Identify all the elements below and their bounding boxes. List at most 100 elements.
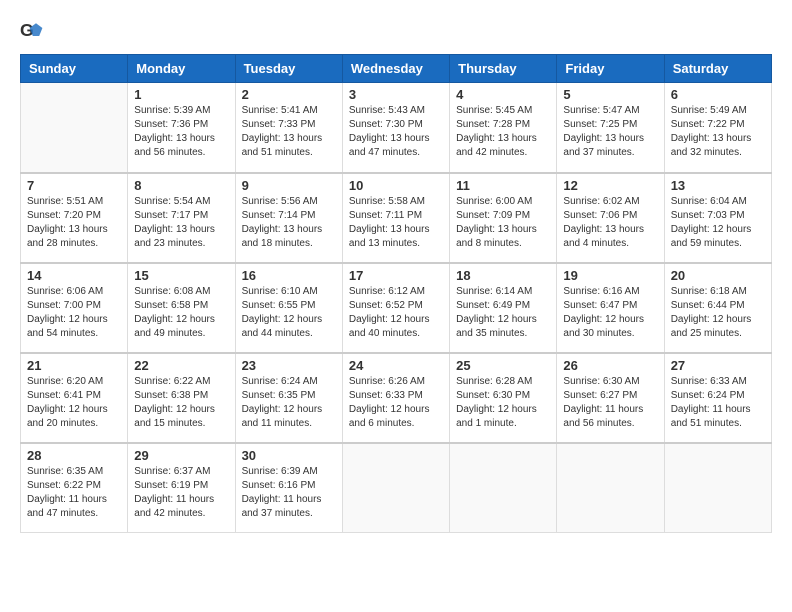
day-number: 24	[349, 358, 443, 373]
day-of-week-header: Tuesday	[235, 55, 342, 83]
day-of-week-header: Monday	[128, 55, 235, 83]
calendar-cell: 14 Sunrise: 6:06 AM Sunset: 7:00 PM Dayli…	[21, 263, 128, 353]
calendar-cell: 28 Sunrise: 6:35 AM Sunset: 6:22 PM Dayli…	[21, 443, 128, 533]
day-number: 12	[563, 178, 657, 193]
day-number: 27	[671, 358, 765, 373]
calendar-cell: 9 Sunrise: 5:56 AM Sunset: 7:14 PM Daylig…	[235, 173, 342, 263]
calendar-cell: 25Sunrise: 6:28 AM Sunset: 6:30 PM Dayli…	[450, 353, 557, 443]
day-number: 23	[242, 358, 336, 373]
calendar-week-row: 28 Sunrise: 6:35 AM Sunset: 6:22 PM Dayli…	[21, 443, 772, 533]
calendar-cell: 3Sunrise: 5:43 AM Sunset: 7:30 PM Daylig…	[342, 83, 449, 173]
calendar-cell: 19Sunrise: 6:16 AM Sunset: 6:47 PM Dayli…	[557, 263, 664, 353]
day-number: 17	[349, 268, 443, 283]
day-of-week-header: Friday	[557, 55, 664, 83]
calendar-week-row: 14 Sunrise: 6:06 AM Sunset: 7:00 PM Dayli…	[21, 263, 772, 353]
day-number: 8	[134, 178, 228, 193]
day-of-week-header: Wednesday	[342, 55, 449, 83]
day-number: 28	[27, 448, 121, 463]
day-info: Sunrise: 5:45 AM Sunset: 7:28 PM Dayligh…	[456, 104, 550, 160]
calendar-cell: 11 Sunrise: 6:00 AM Sunset: 7:09 PM Dayli…	[450, 173, 557, 263]
calendar-week-row: 21 Sunrise: 6:20 AM Sunset: 6:41 PM Dayli…	[21, 353, 772, 443]
calendar-cell: 23 Sunrise: 6:24 AM Sunset: 6:35 PM Dayli…	[235, 353, 342, 443]
calendar-cell: 18 Sunrise: 6:14 AM Sunset: 6:49 PM Dayli…	[450, 263, 557, 353]
calendar-cell: 6Sunrise: 5:49 AM Sunset: 7:22 PM Daylig…	[664, 83, 771, 173]
day-info: Sunrise: 5:41 AM Sunset: 7:33 PM Dayligh…	[242, 104, 336, 160]
day-number: 5	[563, 87, 657, 102]
day-number: 18	[456, 268, 550, 283]
calendar-week-row: 1Sunrise: 5:39 AM Sunset: 7:36 PM Daylig…	[21, 83, 772, 173]
day-info: Sunrise: 6:00 AM Sunset: 7:09 PM Dayligh…	[456, 195, 550, 251]
day-info: Sunrise: 5:47 AM Sunset: 7:25 PM Dayligh…	[563, 104, 657, 160]
day-info: Sunrise: 6:12 AM Sunset: 6:52 PM Dayligh…	[349, 285, 443, 341]
day-number: 1	[134, 87, 228, 102]
day-of-week-header: Saturday	[664, 55, 771, 83]
day-info: Sunrise: 6:26 AM Sunset: 6:33 PM Dayligh…	[349, 375, 443, 431]
day-info: Sunrise: 6:37 AM Sunset: 6:19 PM Dayligh…	[134, 465, 228, 521]
logo-icon: G	[20, 20, 44, 44]
calendar-cell: 30 Sunrise: 6:39 AM Sunset: 6:16 PM Dayli…	[235, 443, 342, 533]
day-info: Sunrise: 5:56 AM Sunset: 7:14 PM Dayligh…	[242, 195, 336, 251]
calendar-cell: 15Sunrise: 6:08 AM Sunset: 6:58 PM Dayli…	[128, 263, 235, 353]
day-info: Sunrise: 6:39 AM Sunset: 6:16 PM Dayligh…	[242, 465, 336, 521]
day-info: Sunrise: 6:06 AM Sunset: 7:00 PM Dayligh…	[27, 285, 121, 341]
day-info: Sunrise: 6:04 AM Sunset: 7:03 PM Dayligh…	[671, 195, 765, 251]
calendar-cell: 13 Sunrise: 6:04 AM Sunset: 7:03 PM Dayli…	[664, 173, 771, 263]
day-of-week-header: Sunday	[21, 55, 128, 83]
calendar-cell	[342, 443, 449, 533]
page-header: G	[20, 20, 772, 44]
calendar-cell: 22 Sunrise: 6:22 AM Sunset: 6:38 PM Dayli…	[128, 353, 235, 443]
calendar-header-row: SundayMondayTuesdayWednesdayThursdayFrid…	[21, 55, 772, 83]
calendar-cell: 24 Sunrise: 6:26 AM Sunset: 6:33 PM Dayli…	[342, 353, 449, 443]
day-info: Sunrise: 6:22 AM Sunset: 6:38 PM Dayligh…	[134, 375, 228, 431]
day-number: 22	[134, 358, 228, 373]
calendar-cell: 1Sunrise: 5:39 AM Sunset: 7:36 PM Daylig…	[128, 83, 235, 173]
day-number: 16	[242, 268, 336, 283]
calendar-table: SundayMondayTuesdayWednesdayThursdayFrid…	[20, 54, 772, 533]
day-info: Sunrise: 6:35 AM Sunset: 6:22 PM Dayligh…	[27, 465, 121, 521]
calendar-cell: 4 Sunrise: 5:45 AM Sunset: 7:28 PM Daylig…	[450, 83, 557, 173]
calendar-cell	[21, 83, 128, 173]
day-number: 30	[242, 448, 336, 463]
day-info: Sunrise: 6:24 AM Sunset: 6:35 PM Dayligh…	[242, 375, 336, 431]
calendar-cell: 17 Sunrise: 6:12 AM Sunset: 6:52 PM Dayli…	[342, 263, 449, 353]
calendar-cell: 5 Sunrise: 5:47 AM Sunset: 7:25 PM Daylig…	[557, 83, 664, 173]
day-info: Sunrise: 5:49 AM Sunset: 7:22 PM Dayligh…	[671, 104, 765, 160]
day-info: Sunrise: 6:14 AM Sunset: 6:49 PM Dayligh…	[456, 285, 550, 341]
day-number: 15	[134, 268, 228, 283]
calendar-week-row: 7Sunrise: 5:51 AM Sunset: 7:20 PM Daylig…	[21, 173, 772, 263]
day-number: 21	[27, 358, 121, 373]
day-number: 26	[563, 358, 657, 373]
day-number: 14	[27, 268, 121, 283]
day-number: 10	[349, 178, 443, 193]
day-number: 13	[671, 178, 765, 193]
calendar-cell	[557, 443, 664, 533]
calendar-cell	[450, 443, 557, 533]
calendar-cell: 8 Sunrise: 5:54 AM Sunset: 7:17 PM Daylig…	[128, 173, 235, 263]
day-of-week-header: Thursday	[450, 55, 557, 83]
day-info: Sunrise: 6:28 AM Sunset: 6:30 PM Dayligh…	[456, 375, 550, 431]
calendar-cell: 10Sunrise: 5:58 AM Sunset: 7:11 PM Dayli…	[342, 173, 449, 263]
calendar-cell	[664, 443, 771, 533]
day-number: 11	[456, 178, 550, 193]
calendar-cell: 16 Sunrise: 6:10 AM Sunset: 6:55 PM Dayli…	[235, 263, 342, 353]
day-info: Sunrise: 5:54 AM Sunset: 7:17 PM Dayligh…	[134, 195, 228, 251]
calendar-cell: 20 Sunrise: 6:18 AM Sunset: 6:44 PM Dayli…	[664, 263, 771, 353]
day-info: Sunrise: 6:20 AM Sunset: 6:41 PM Dayligh…	[27, 375, 121, 431]
calendar-cell: 7Sunrise: 5:51 AM Sunset: 7:20 PM Daylig…	[21, 173, 128, 263]
calendar-cell: 21 Sunrise: 6:20 AM Sunset: 6:41 PM Dayli…	[21, 353, 128, 443]
calendar-cell: 12 Sunrise: 6:02 AM Sunset: 7:06 PM Dayli…	[557, 173, 664, 263]
calendar-cell: 27Sunrise: 6:33 AM Sunset: 6:24 PM Dayli…	[664, 353, 771, 443]
day-number: 4	[456, 87, 550, 102]
day-info: Sunrise: 5:43 AM Sunset: 7:30 PM Dayligh…	[349, 104, 443, 160]
calendar-cell: 26Sunrise: 6:30 AM Sunset: 6:27 PM Dayli…	[557, 353, 664, 443]
day-info: Sunrise: 5:51 AM Sunset: 7:20 PM Dayligh…	[27, 195, 121, 251]
day-info: Sunrise: 6:16 AM Sunset: 6:47 PM Dayligh…	[563, 285, 657, 341]
day-info: Sunrise: 6:18 AM Sunset: 6:44 PM Dayligh…	[671, 285, 765, 341]
day-info: Sunrise: 6:10 AM Sunset: 6:55 PM Dayligh…	[242, 285, 336, 341]
day-number: 20	[671, 268, 765, 283]
day-number: 29	[134, 448, 228, 463]
calendar-cell: 29 Sunrise: 6:37 AM Sunset: 6:19 PM Dayli…	[128, 443, 235, 533]
day-info: Sunrise: 6:02 AM Sunset: 7:06 PM Dayligh…	[563, 195, 657, 251]
day-number: 2	[242, 87, 336, 102]
day-number: 9	[242, 178, 336, 193]
